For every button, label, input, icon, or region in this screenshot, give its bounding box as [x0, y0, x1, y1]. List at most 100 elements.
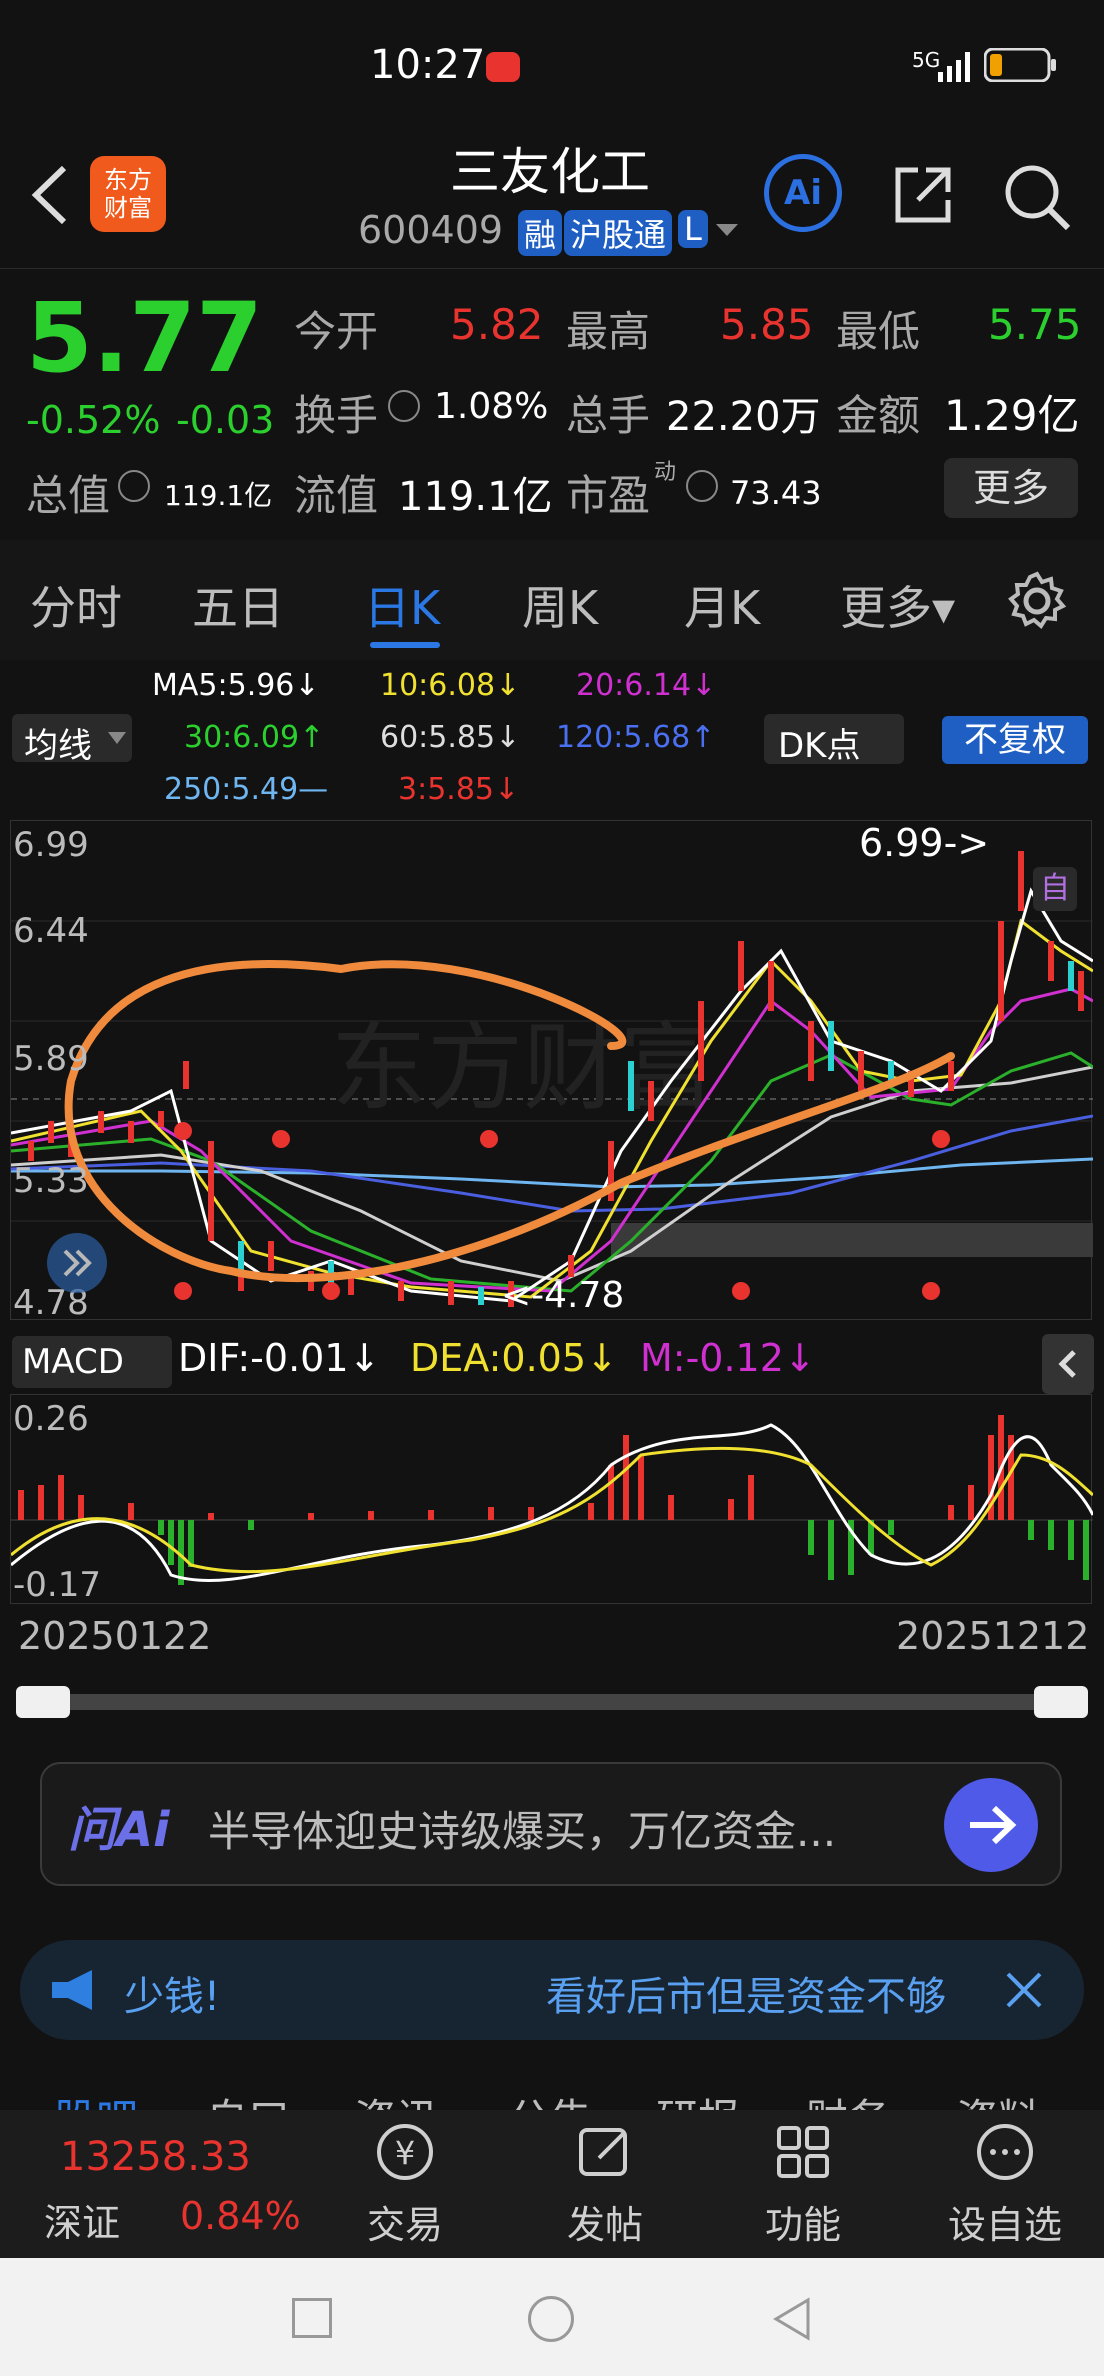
- pe-value: 73.43: [730, 474, 822, 512]
- ma20-value: 20:6.14↓: [576, 668, 717, 703]
- open-label: 今开: [294, 307, 379, 356]
- pe-label: 市盈: [566, 471, 651, 520]
- index-name[interactable]: 深证: [44, 2192, 120, 2247]
- info-icon[interactable]: [388, 390, 420, 422]
- index-value[interactable]: 13258.33: [60, 2134, 251, 2180]
- info-icon[interactable]: [686, 470, 718, 502]
- tab-bar: 分时 五日 日K 周K 月K 更多▾: [0, 540, 1104, 660]
- tab-weekly-k[interactable]: 周K: [522, 572, 598, 638]
- price-chart[interactable]: 东方财富 6.99 6.44 5.89 5.33 4.78 6.99-> <-4…: [10, 820, 1094, 1323]
- macd-dea: DEA:0.05↓: [410, 1336, 618, 1380]
- amount-value: 1.29亿: [944, 391, 1080, 440]
- tab-active-indicator: [370, 642, 440, 648]
- range-handle-left[interactable]: [16, 1686, 70, 1718]
- mktcap-label: 总值: [26, 471, 111, 520]
- y-tick-label: 5.89: [13, 1039, 89, 1079]
- content-tab[interactable]: 公告: [508, 2086, 592, 2110]
- chevron-down-icon[interactable]: [714, 220, 740, 240]
- more-button[interactable]: 更多: [944, 458, 1078, 518]
- dk-point-label: DK点: [778, 726, 861, 766]
- content-tab[interactable]: 财务: [806, 2086, 890, 2110]
- badge-l: L: [678, 210, 708, 248]
- index-change[interactable]: 0.84%: [180, 2194, 301, 2238]
- info-icon[interactable]: [118, 470, 150, 502]
- macd-y-tick: 0.26: [13, 1399, 89, 1439]
- recent-apps-icon[interactable]: [292, 2298, 332, 2338]
- self-select-tag[interactable]: 自: [1033, 867, 1077, 911]
- share-icon[interactable]: [888, 160, 958, 230]
- tab-intraday[interactable]: 分时: [30, 572, 122, 638]
- content-tabs-partial[interactable]: 股吧 自口 资讯 公告 研报 财务 资料: [0, 2086, 1104, 2110]
- expand-left-icon[interactable]: [47, 1233, 107, 1293]
- high-label: 最高: [566, 307, 651, 356]
- tab-more[interactable]: 更多▾: [840, 572, 955, 638]
- nav-functions[interactable]: 功能: [748, 2120, 858, 2249]
- y-tick-label: 5.33: [13, 1161, 89, 1201]
- megaphone-icon: [48, 1966, 104, 2014]
- content-tab[interactable]: 自口: [206, 2086, 290, 2110]
- ai-button[interactable]: Ai: [764, 154, 842, 232]
- nav-post[interactable]: 发帖: [550, 2120, 660, 2249]
- notification-icon: [486, 52, 520, 82]
- content-tab[interactable]: 资讯: [354, 2086, 438, 2110]
- notice-right-text: 看好后市但是资金不够: [546, 1974, 946, 2020]
- settings-icon[interactable]: [1006, 570, 1068, 632]
- content-tab[interactable]: 资料: [956, 2086, 1040, 2110]
- macd-red-bars: [18, 1415, 1014, 1520]
- notice-left-text: 少钱!: [124, 1974, 221, 2020]
- nav-trade[interactable]: ¥ 交易: [350, 2120, 460, 2249]
- tab-monthly-k[interactable]: 月K: [684, 572, 760, 638]
- high-value: 5.85: [720, 300, 814, 349]
- ma5-value: MA5:5.96↓: [152, 668, 320, 703]
- change-pct: -0.52%: [26, 398, 161, 442]
- stock-code: 600409: [358, 208, 504, 252]
- ma60-value: 60:5.85↓: [380, 720, 521, 755]
- range-scrollbar[interactable]: [20, 1694, 1084, 1710]
- dk-point-button[interactable]: DK点: [764, 714, 904, 766]
- grid-icon: [777, 2126, 829, 2178]
- turnover-label: 换手: [294, 391, 379, 440]
- range-handle-right[interactable]: [1034, 1686, 1088, 1718]
- search-icon[interactable]: [1000, 160, 1074, 234]
- back-icon[interactable]: [24, 160, 74, 230]
- float-label: 流值: [294, 471, 379, 520]
- tab-five-day[interactable]: 五日: [192, 572, 284, 638]
- ask-ai-input[interactable]: 半导体迎史诗级爆买，万亿资金...: [208, 1798, 836, 1859]
- post-icon: [579, 2128, 627, 2176]
- macd-chart[interactable]: 0.26 -0.17: [10, 1394, 1095, 1605]
- tab-daily-k[interactable]: 日K: [364, 572, 440, 638]
- ma120-value: 120:5.68↑: [556, 720, 716, 755]
- app-logo: 东方 财富: [90, 156, 166, 232]
- nav-post-label: 发帖: [566, 2203, 643, 2247]
- turnover-value: 1.08%: [434, 386, 549, 427]
- macd-m: M:-0.12↓: [640, 1336, 816, 1380]
- current-price: 5.77: [26, 282, 263, 394]
- status-bar: 10:27 5G: [0, 0, 1104, 130]
- collapse-icon[interactable]: [1042, 1334, 1094, 1394]
- close-icon[interactable]: [1002, 1968, 1046, 2012]
- start-date: 20250122: [18, 1614, 212, 1658]
- macd-dif: DIF:-0.01↓: [178, 1336, 381, 1380]
- notice-bar[interactable]: 少钱! 看好后市但是资金不够: [20, 1940, 1084, 2040]
- nav-add-watchlist[interactable]: 设自选: [930, 2120, 1080, 2249]
- adjust-button[interactable]: 不复权: [942, 716, 1088, 764]
- mktcap-value: 119.1亿: [164, 479, 273, 512]
- home-icon[interactable]: [528, 2296, 574, 2342]
- battery-icon: [983, 47, 1058, 83]
- low-label: 最低: [836, 307, 921, 356]
- ask-ai-bar[interactable]: 问Ai 半导体迎史诗级爆买，万亿资金...: [40, 1762, 1062, 1886]
- badge-rong: 融: [518, 210, 563, 256]
- system-nav-bar: [0, 2258, 1104, 2376]
- submit-arrow-icon[interactable]: [944, 1778, 1038, 1872]
- more-icon: [977, 2124, 1033, 2180]
- ma10-value: 10:6.08↓: [380, 668, 521, 703]
- nav-add-watchlist-label: 设自选: [947, 2203, 1062, 2247]
- back-nav-icon[interactable]: [770, 2296, 814, 2342]
- chevron-down-icon: [108, 732, 126, 744]
- content-tab[interactable]: 股吧: [54, 2086, 138, 2110]
- ma3-value: 3:5.85↓: [398, 772, 520, 807]
- ma-selector[interactable]: 均线: [12, 714, 132, 766]
- macd-selector[interactable]: MACD: [12, 1336, 172, 1388]
- stock-name: 三友化工: [450, 143, 650, 201]
- content-tab[interactable]: 研报: [656, 2086, 740, 2110]
